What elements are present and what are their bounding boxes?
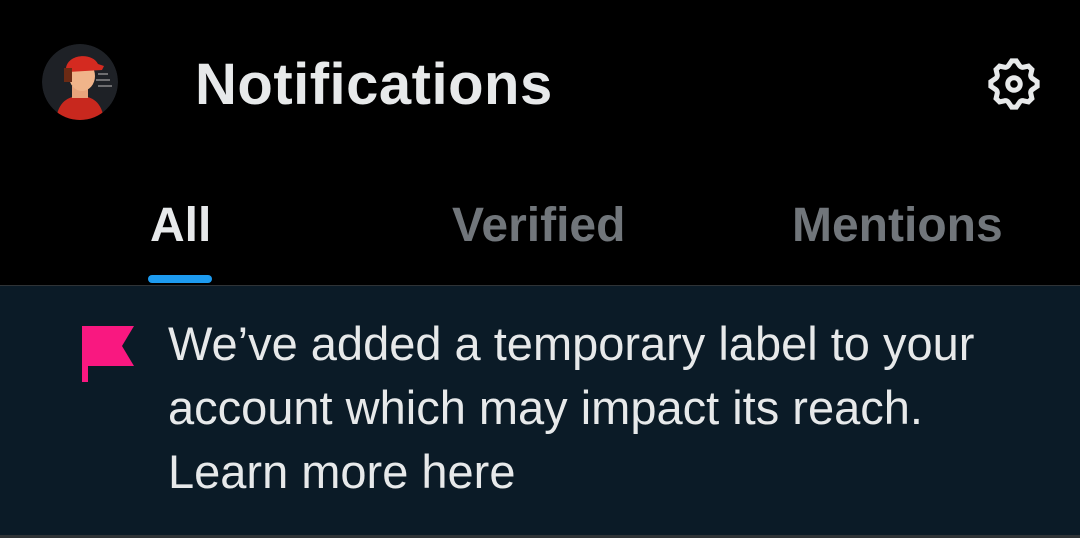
- top-app-bar: Notifications: [0, 0, 1080, 170]
- gear-icon: [988, 58, 1040, 110]
- notification-tabs: All Verified Mentions: [0, 170, 1080, 285]
- notice-line-1: We’ve added a temporary label to your: [168, 317, 975, 370]
- active-tab-indicator: [148, 275, 212, 283]
- avatar[interactable]: [42, 44, 118, 120]
- tab-verified[interactable]: Verified: [360, 170, 720, 285]
- learn-more-link[interactable]: Learn more here: [168, 440, 1048, 504]
- tab-all-label: All: [150, 199, 212, 252]
- notice-line-2: account which may impact its reach.: [168, 381, 923, 434]
- tab-mentions-label: Mentions: [792, 199, 1003, 252]
- page-title: Notifications: [195, 52, 553, 117]
- flag-icon: [82, 326, 134, 382]
- tab-verified-label: Verified: [452, 199, 626, 252]
- tab-all[interactable]: All: [0, 170, 360, 285]
- avatar-image: [42, 44, 118, 120]
- notice-message: We’ve added a temporary label to your ac…: [168, 312, 1048, 504]
- settings-button[interactable]: [984, 54, 1044, 114]
- tab-mentions[interactable]: Mentions: [720, 170, 1080, 285]
- account-label-notice[interactable]: We’ve added a temporary label to your ac…: [0, 286, 1080, 538]
